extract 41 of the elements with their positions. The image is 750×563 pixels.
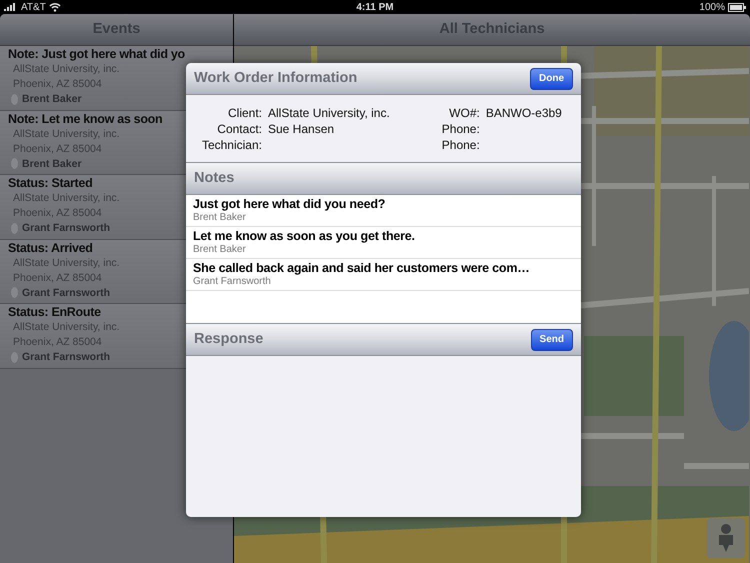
event-technician: Grant Farnsworth bbox=[22, 221, 110, 235]
event-technician: Brent Baker bbox=[22, 92, 82, 106]
event-address: Phoenix, AZ 85004 bbox=[12, 77, 102, 92]
wifi-icon bbox=[48, 2, 61, 12]
event-title: Status: Started bbox=[8, 176, 92, 191]
event-client: AllState University, inc. bbox=[12, 62, 120, 77]
event-title: Note: Let me know as soon bbox=[8, 112, 162, 126]
field-value: BANWO-e3b9 bbox=[486, 105, 562, 122]
battery-label: 100% bbox=[699, 0, 725, 14]
signal-icon bbox=[4, 3, 18, 11]
panel-title: Events bbox=[92, 20, 140, 39]
send-button[interactable]: Send bbox=[530, 328, 573, 350]
done-button[interactable]: Done bbox=[530, 68, 573, 90]
event-technician: Brent Baker bbox=[22, 156, 82, 170]
event-client: AllState University, inc. bbox=[12, 320, 120, 335]
street-view-button[interactable] bbox=[707, 518, 745, 558]
event-title: Status: Arrived bbox=[8, 240, 93, 256]
clock-label: 4:11 PM bbox=[356, 0, 394, 14]
field-label: Phone: bbox=[440, 137, 480, 154]
event-address: Phoenix, AZ 85004 bbox=[12, 270, 102, 286]
battery-icon bbox=[728, 2, 746, 12]
note-row[interactable]: She called back again and said her customers were com… Grant Farnsworth bbox=[186, 259, 581, 291]
event-technician: Grant Farnsworth bbox=[22, 350, 110, 364]
carrier-label: AT&T bbox=[21, 0, 46, 14]
field-label: WO#: bbox=[448, 105, 480, 122]
event-title: Status: EnRoute bbox=[8, 305, 101, 320]
event-address: Phoenix, AZ 85004 bbox=[12, 206, 102, 221]
event-client: AllState University, inc. bbox=[12, 256, 120, 270]
event-address: Phoenix, AZ 85004 bbox=[12, 142, 102, 156]
event-client: AllState University, inc. bbox=[12, 126, 120, 142]
response-field[interactable] bbox=[186, 356, 581, 517]
field-label: Phone: bbox=[440, 121, 480, 138]
event-title: Note: Just got here what did yo bbox=[8, 47, 185, 62]
event-address: Phoenix, AZ 85004 bbox=[12, 335, 102, 350]
note-row[interactable]: Just got here what did you need? Brent Baker bbox=[186, 195, 581, 227]
panel-title: All Technicians bbox=[439, 20, 545, 39]
note-row[interactable]: Let me know as soon as you get there. Brent Baker bbox=[186, 227, 581, 259]
event-client: AllState University, inc. bbox=[12, 191, 120, 206]
event-technician: Grant Farnsworth bbox=[22, 286, 110, 300]
field-value: Sue Hansen bbox=[268, 121, 334, 138]
field-value: AllState University, inc. bbox=[268, 105, 390, 122]
